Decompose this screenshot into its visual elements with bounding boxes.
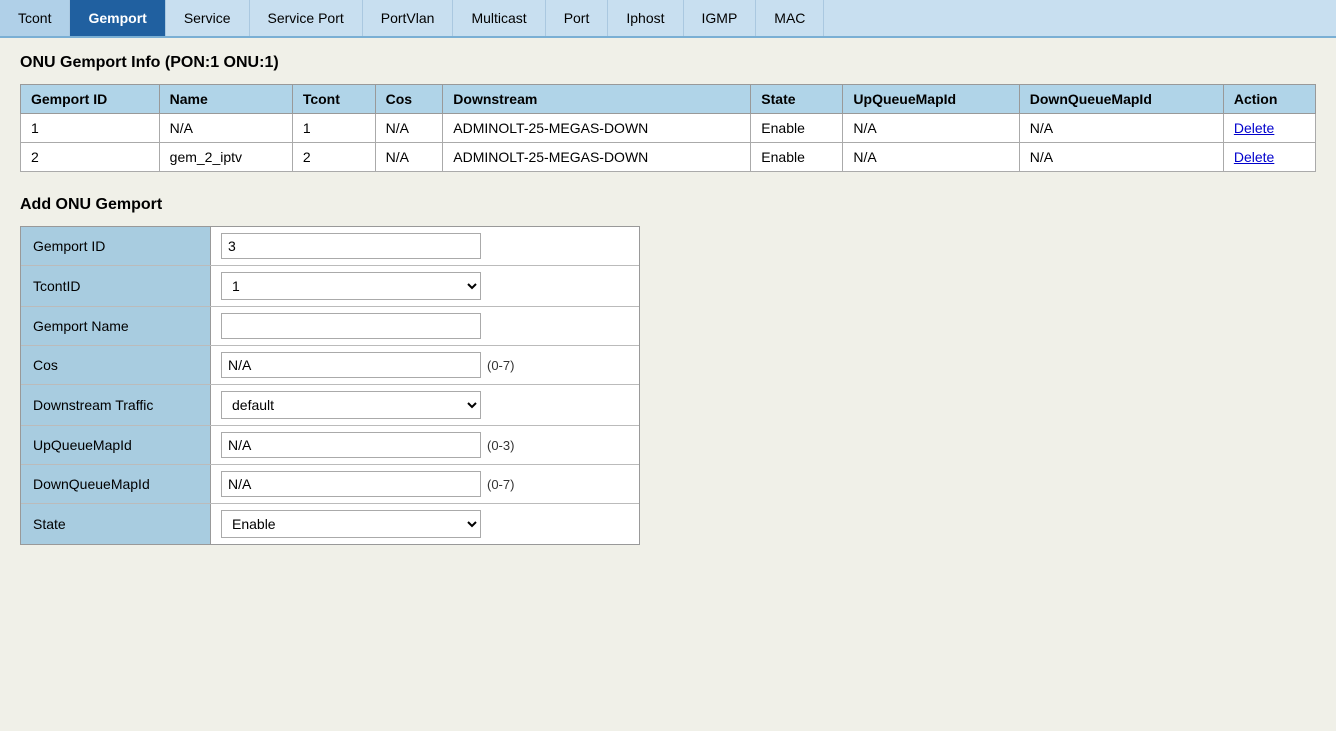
table-row: 1N/A1N/AADMINOLT-25-MEGAS-DOWNEnableN/AN… [21,114,1316,143]
info-section-title: ONU Gemport Info (PON:1 ONU:1) [20,54,1316,72]
form-row-up_queue_map_id: UpQueueMapId (0-3) [21,426,639,465]
table-header-row: Gemport IDNameTcontCosDownstreamStateUpQ… [21,85,1316,114]
page-content: ONU Gemport Info (PON:1 ONU:1) Gemport I… [0,38,1336,561]
add-section-title: Add ONU Gemport [20,196,1316,214]
tab-multicast[interactable]: Multicast [453,0,545,36]
hint-cos: (0-7) [487,358,514,373]
delete-button-row-0[interactable]: Delete [1234,120,1274,136]
form-row-state: State EnableDisable [21,504,639,544]
add-gemport-form: Gemport IDTcontID 123 Gemport NameCos (0-7)… [20,226,640,545]
select-downstream_traffic[interactable]: default [221,391,481,419]
input-up_queue_map_id[interactable] [221,432,481,458]
col-header-cos: Cos [375,85,443,114]
form-label-up_queue_map_id: UpQueueMapId [21,426,211,464]
form-label-cos: Cos [21,346,211,384]
tab-port[interactable]: Port [546,0,609,36]
col-header-upqueuemapid: UpQueueMapId [843,85,1019,114]
form-row-downstream_traffic: Downstream Traffic default [21,385,639,426]
col-header-name: Name [159,85,292,114]
tab-bar: TcontGemportServiceService PortPortVlanM… [0,0,1336,38]
tab-iphost[interactable]: Iphost [608,0,683,36]
hint-down_queue_map_id: (0-7) [487,477,514,492]
form-row-cos: Cos (0-7) [21,346,639,385]
col-header-tcont: Tcont [292,85,375,114]
form-row-down_queue_map_id: DownQueueMapId (0-7) [21,465,639,504]
tab-gemport[interactable]: Gemport [70,0,165,36]
form-row-tcont_id: TcontID 123 [21,266,639,307]
input-gemport_id[interactable] [221,233,481,259]
tab-service[interactable]: Service [166,0,250,36]
tab-igmp[interactable]: IGMP [684,0,757,36]
table-row: 2gem_2_iptv2N/AADMINOLT-25-MEGAS-DOWNEna… [21,143,1316,172]
form-label-gemport_name: Gemport Name [21,307,211,345]
delete-button-row-1[interactable]: Delete [1234,149,1274,165]
input-cos[interactable] [221,352,481,378]
form-row-gemport_name: Gemport Name [21,307,639,346]
tab-portvlan[interactable]: PortVlan [363,0,454,36]
form-label-downstream_traffic: Downstream Traffic [21,385,211,425]
tab-mac[interactable]: MAC [756,0,824,36]
input-gemport_name[interactable] [221,313,481,339]
hint-up_queue_map_id: (0-3) [487,438,514,453]
table-body: 1N/A1N/AADMINOLT-25-MEGAS-DOWNEnableN/AN… [21,114,1316,172]
form-label-gemport_id: Gemport ID [21,227,211,265]
select-state[interactable]: EnableDisable [221,510,481,538]
col-header-action: Action [1223,85,1315,114]
form-label-tcont_id: TcontID [21,266,211,306]
select-tcont_id[interactable]: 123 [221,272,481,300]
col-header-downqueuemapid: DownQueueMapId [1019,85,1223,114]
col-header-gemport-id: Gemport ID [21,85,160,114]
gemport-info-table: Gemport IDNameTcontCosDownstreamStateUpQ… [20,84,1316,172]
form-label-state: State [21,504,211,544]
input-down_queue_map_id[interactable] [221,471,481,497]
tab-serviceport[interactable]: Service Port [250,0,363,36]
form-label-down_queue_map_id: DownQueueMapId [21,465,211,503]
form-row-gemport_id: Gemport ID [21,227,639,266]
col-header-downstream: Downstream [443,85,751,114]
col-header-state: State [751,85,843,114]
tab-tcont[interactable]: Tcont [0,0,70,36]
